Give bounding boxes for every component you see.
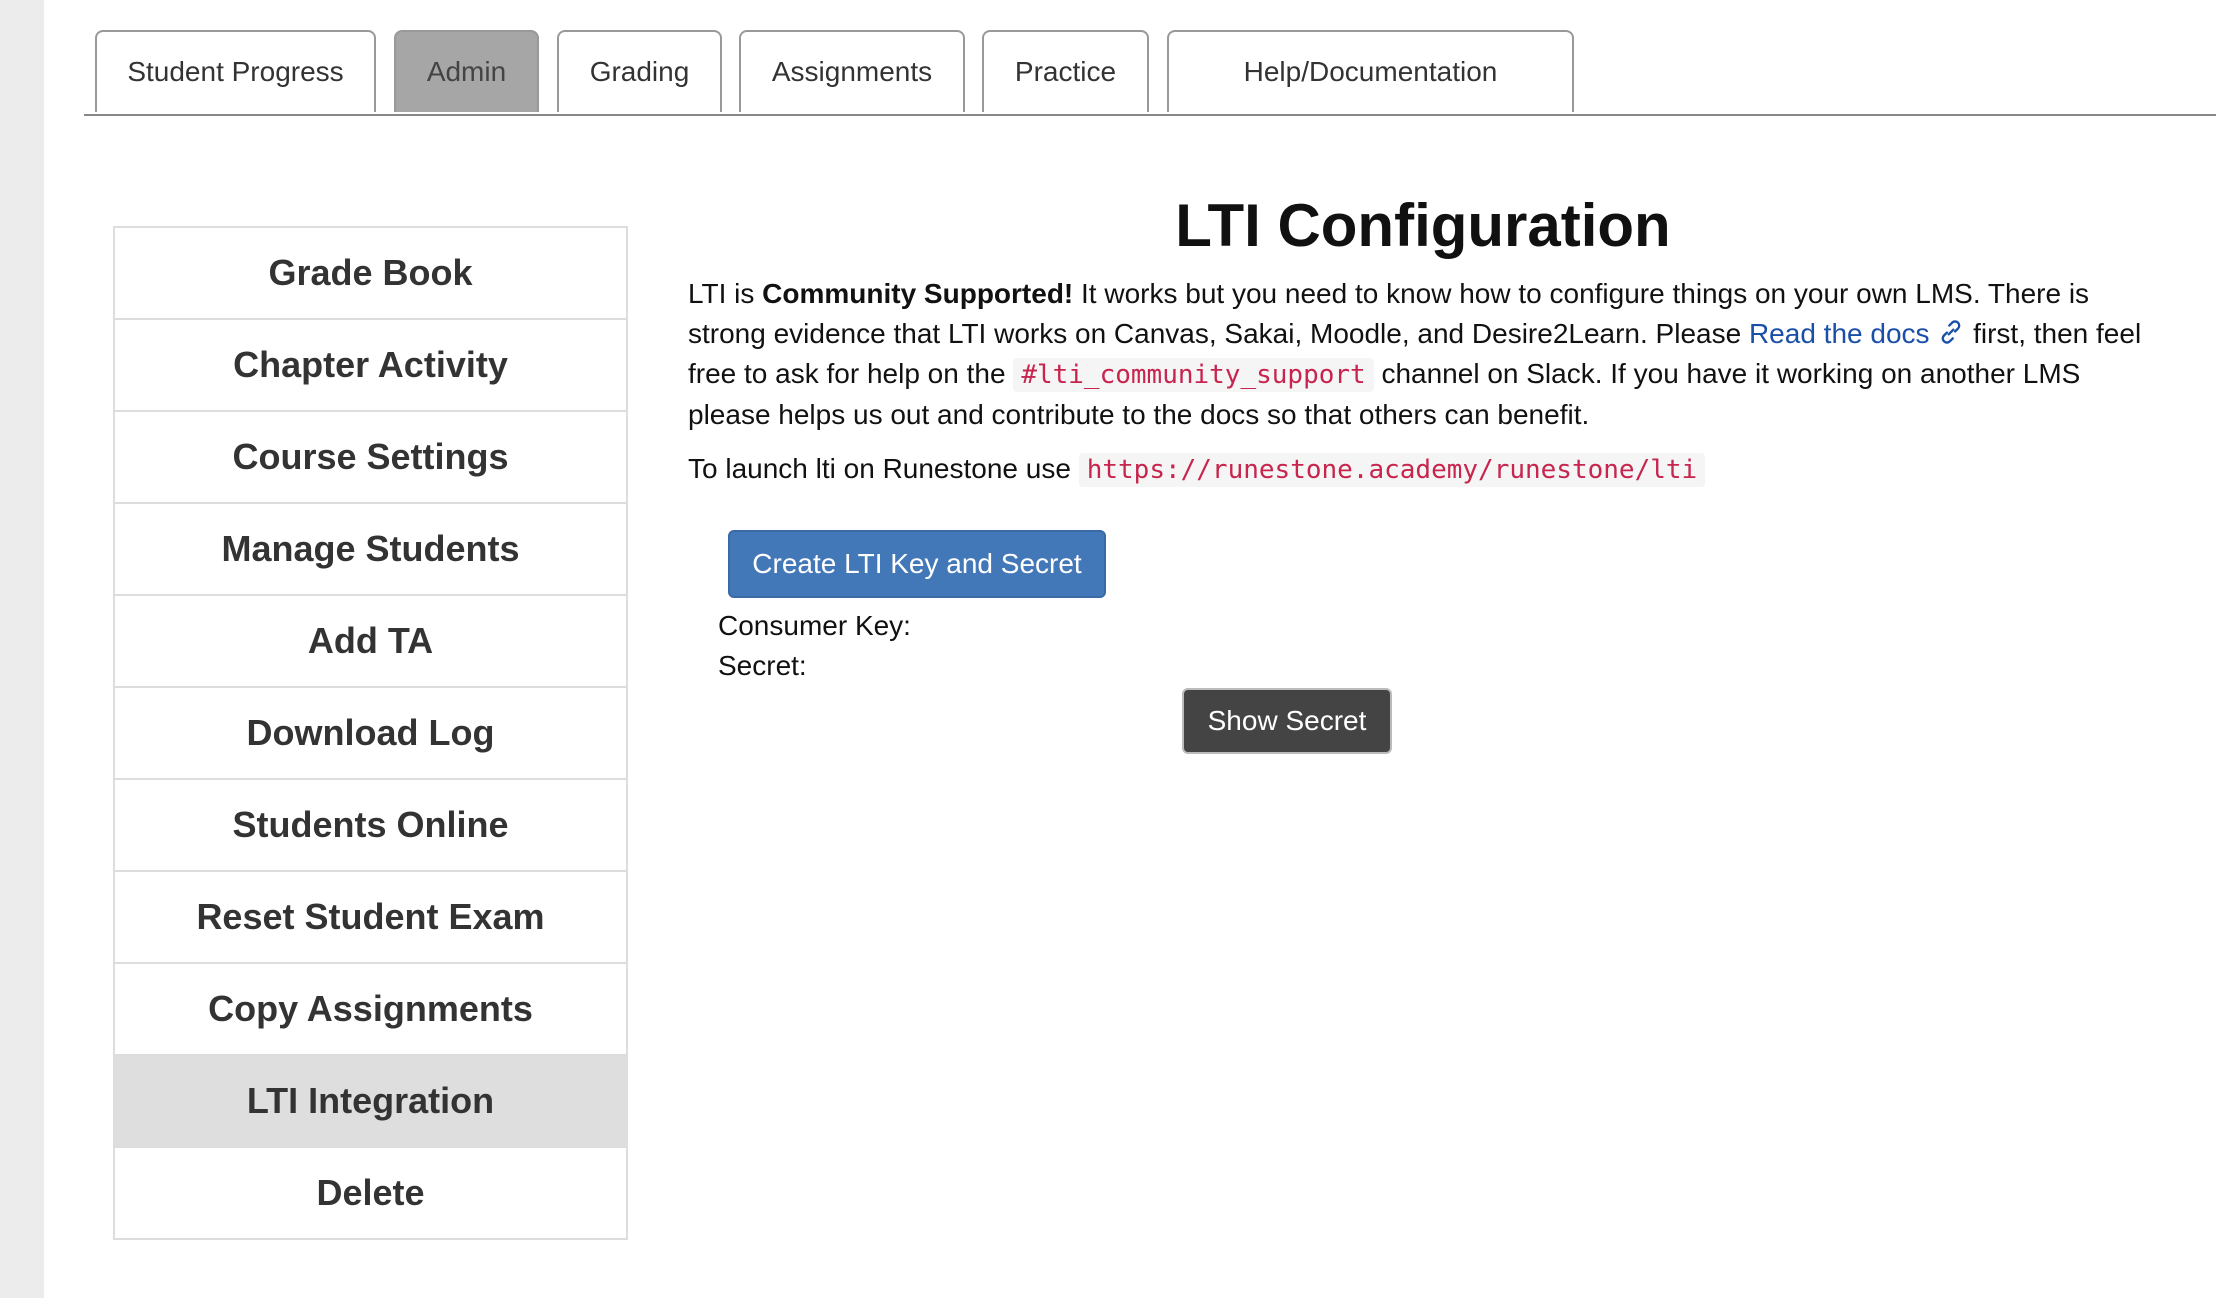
launch-line: To launch lti on Runestone use https://r… — [688, 449, 2158, 490]
read-the-docs-link[interactable]: Read the docs — [1749, 318, 1965, 349]
launch-text: To launch lti on Runestone use — [688, 453, 1079, 484]
launch-url-code: https://runestone.academy/runestone/lti — [1078, 453, 1706, 487]
tab-grading[interactable]: Grading — [557, 30, 722, 112]
tab-student-progress[interactable]: Student Progress — [95, 30, 376, 112]
read-the-docs-label: Read the docs — [1748, 318, 1930, 349]
sidebar-item-reset-student-exam[interactable]: Reset Student Exam — [115, 872, 626, 964]
consumer-key-label: Consumer Key: — [718, 610, 911, 641]
sidebar-item-delete[interactable]: Delete — [115, 1148, 626, 1238]
intro-bold: Community Supported! — [762, 278, 1074, 309]
tab-help-documentation[interactable]: Help/Documentation — [1167, 30, 1574, 112]
sidebar-item-course-settings[interactable]: Course Settings — [115, 412, 626, 504]
show-secret-button[interactable]: Show Secret — [1182, 688, 1392, 754]
nav-tabs: Student Progress Admin Grading Assignmen… — [84, 30, 2216, 116]
tab-assignments[interactable]: Assignments — [739, 30, 965, 112]
create-lti-key-button[interactable]: Create LTI Key and Secret — [728, 530, 1106, 598]
secret-label: Secret: — [718, 650, 807, 681]
page-title: LTI Configuration — [1175, 192, 1671, 259]
sidebar-item-add-ta[interactable]: Add TA — [115, 596, 626, 688]
link-icon — [1941, 320, 1961, 344]
intro-paragraph: LTI is Community Supported! It works but… — [688, 274, 2158, 435]
tab-practice[interactable]: Practice — [982, 30, 1149, 112]
sidebar-item-grade-book[interactable]: Grade Book — [115, 228, 626, 320]
sidebar-item-download-log[interactable]: Download Log — [115, 688, 626, 780]
intro-text-1: LTI is — [688, 278, 763, 309]
sidebar-item-manage-students[interactable]: Manage Students — [115, 504, 626, 596]
tab-admin[interactable]: Admin — [394, 30, 539, 112]
main-content: LTI Configuration LTI is Community Suppo… — [688, 190, 2158, 754]
sidebar-item-students-online[interactable]: Students Online — [115, 780, 626, 872]
sidebar-item-chapter-activity[interactable]: Chapter Activity — [115, 320, 626, 412]
left-gutter — [0, 0, 44, 1298]
admin-sidebar: Grade Book Chapter Activity Course Setti… — [113, 226, 628, 1240]
sidebar-item-lti-integration[interactable]: LTI Integration — [115, 1056, 626, 1148]
slack-channel-code: #lti_community_support — [1013, 358, 1374, 392]
sidebar-item-copy-assignments[interactable]: Copy Assignments — [115, 964, 626, 1056]
